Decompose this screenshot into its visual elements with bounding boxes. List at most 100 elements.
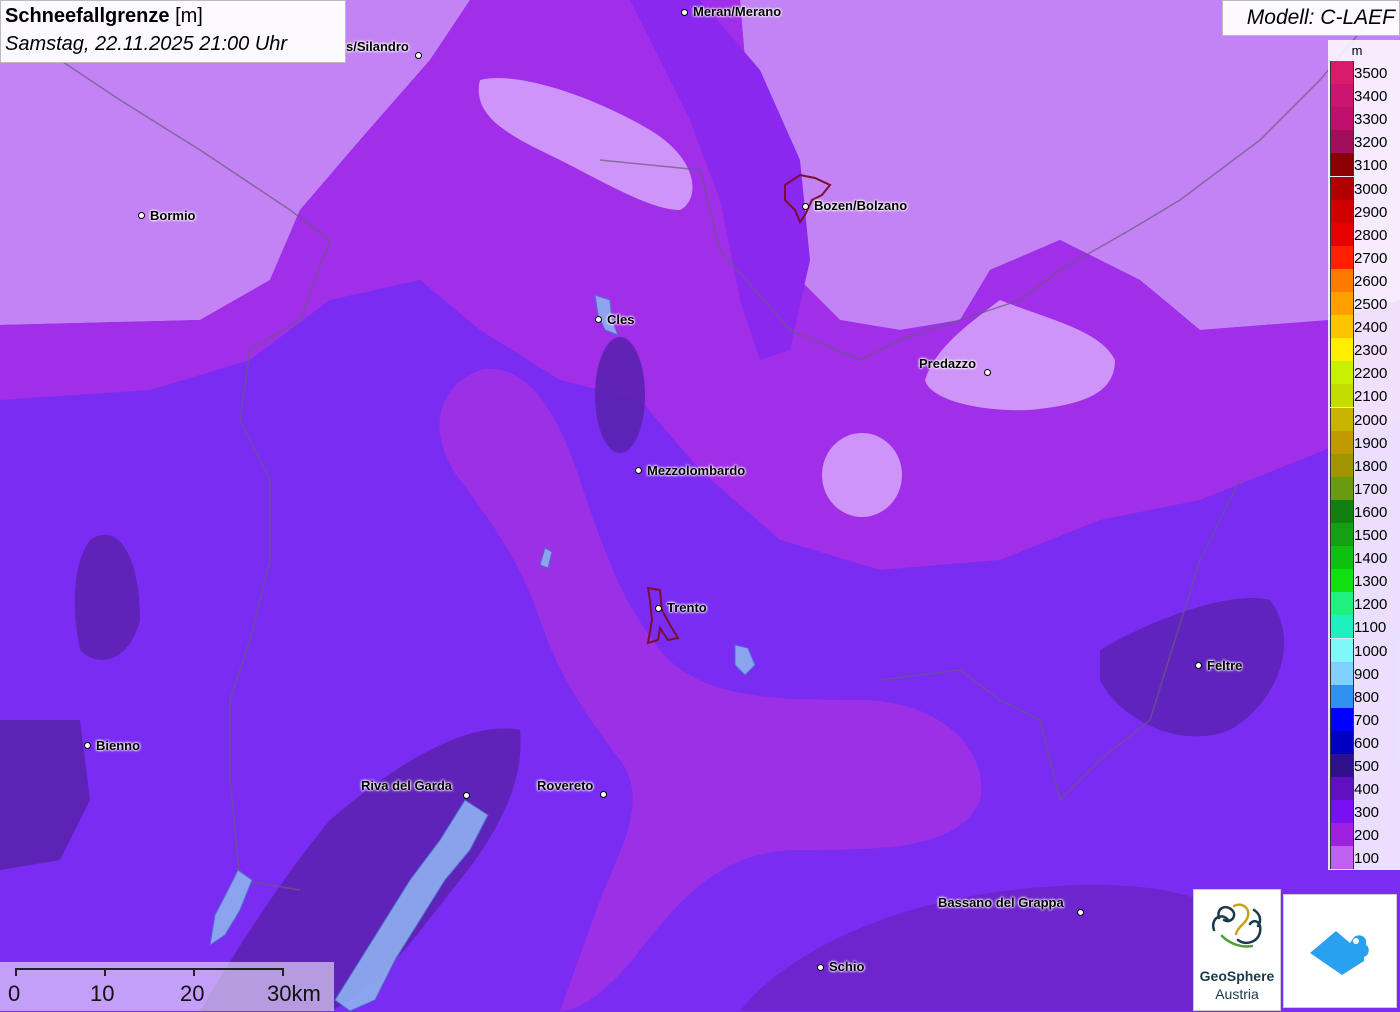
legend-swatch xyxy=(1330,222,1354,246)
legend-label: 2500 xyxy=(1354,296,1388,313)
legend-label: 3300 xyxy=(1354,111,1388,129)
scale-tick xyxy=(15,968,17,976)
weather-cloud-icon xyxy=(1310,931,1369,975)
legend-swatch xyxy=(1330,800,1354,824)
legend-entry: 600 xyxy=(1328,730,1400,754)
zone-light-spot-2 xyxy=(822,433,902,517)
snowline-map[interactable] xyxy=(0,0,1400,1011)
city-dot-icon xyxy=(414,51,422,59)
legend-label: 100 xyxy=(1354,850,1380,868)
legend-entry: 300 xyxy=(1328,800,1400,824)
legend-swatch xyxy=(1330,499,1354,523)
legend-label: 1500 xyxy=(1354,527,1388,544)
city-label: Schio xyxy=(829,959,865,974)
city-dot-icon xyxy=(983,368,991,376)
legend-entry: 500 xyxy=(1328,754,1400,777)
legend-entry: 3100 xyxy=(1328,153,1400,177)
legend-entry: 1200 xyxy=(1328,592,1400,616)
model-box: Modell: C-LAEF xyxy=(1222,0,1400,36)
legend-entry: 1100 xyxy=(1328,615,1400,639)
legend-entry: 2000 xyxy=(1328,407,1400,431)
legend-label: 2600 xyxy=(1354,272,1388,290)
legend-swatch xyxy=(1330,638,1354,662)
city-dot-icon xyxy=(462,791,470,799)
legend-label: 2200 xyxy=(1354,365,1388,383)
city-label: Feltre xyxy=(1207,658,1243,673)
legend: m 3500 3400 3300 3200 3100 3000 2900 2800 2700 26… xyxy=(1328,40,1400,870)
legend-entry: 1500 xyxy=(1328,523,1400,546)
city-label: Meran/Merano xyxy=(693,4,782,19)
legend-entry: 2900 xyxy=(1328,199,1400,223)
legend-label: 2300 xyxy=(1354,342,1388,360)
legend-entry: 2700 xyxy=(1328,245,1400,269)
legend-unit: m xyxy=(1351,43,1363,58)
legend-swatch xyxy=(1330,846,1354,870)
city-label: Rovereto xyxy=(537,778,594,793)
legend-label: 3200 xyxy=(1354,134,1388,152)
scale-tick xyxy=(193,968,195,976)
legend-entry: 2300 xyxy=(1328,338,1400,362)
city-label: Predazzo xyxy=(919,356,977,371)
legend-swatch xyxy=(1330,292,1354,315)
scale-tick xyxy=(104,968,106,976)
legend-label: 2000 xyxy=(1354,411,1388,429)
legend-swatch xyxy=(1330,176,1354,200)
legend-entry: 3200 xyxy=(1328,130,1400,154)
legend-label: 3100 xyxy=(1354,157,1388,175)
legend-swatch xyxy=(1330,476,1354,500)
legend-swatch xyxy=(1330,107,1354,131)
legend-label: 1600 xyxy=(1354,503,1388,521)
legend-entry: 2400 xyxy=(1328,315,1400,339)
scale-line xyxy=(15,968,283,970)
legend-entry: 1800 xyxy=(1328,453,1400,477)
title-box: Schneefallgrenze [m] Samstag, 22.11.2025… xyxy=(0,0,346,63)
legend-entry: 2500 xyxy=(1328,292,1400,315)
legend-label: 1300 xyxy=(1354,573,1388,591)
legend-entry: 1900 xyxy=(1328,430,1400,454)
geosphere-name: GeoSphere xyxy=(1199,968,1275,984)
legend-label: 1100 xyxy=(1354,619,1387,637)
legend-swatch xyxy=(1330,384,1354,408)
geosphere-sub: Austria xyxy=(1215,986,1259,1002)
legend-swatch xyxy=(1330,245,1354,269)
scale-label-30km: 30km xyxy=(267,981,321,1006)
legend-entry: 100 xyxy=(1328,846,1400,870)
legend-swatch xyxy=(1330,130,1354,154)
legend-swatch xyxy=(1330,430,1354,454)
legend-label: 1200 xyxy=(1354,596,1388,614)
geosphere-emblem-icon xyxy=(1211,903,1262,948)
legend-entry: 3400 xyxy=(1328,84,1400,108)
legend-swatch xyxy=(1330,315,1354,339)
legend-swatch xyxy=(1330,453,1354,477)
legend-entry: 3500 xyxy=(1328,61,1400,84)
legend-label: 400 xyxy=(1354,781,1380,799)
legend-label: 3000 xyxy=(1354,180,1388,198)
legend-swatch xyxy=(1330,546,1354,570)
legend-swatch xyxy=(1330,569,1354,593)
city-dot-icon xyxy=(1076,908,1084,916)
legend-label: 700 xyxy=(1354,711,1380,729)
legend-label: 1400 xyxy=(1354,550,1388,568)
scale-label-0: 0 xyxy=(8,981,21,1006)
zone-dark-lake-cles xyxy=(595,337,645,453)
city-label: Mezzolombardo xyxy=(647,463,746,478)
legend-label: 200 xyxy=(1354,827,1380,845)
geosphere-logo[interactable]: GeoSphere Austria xyxy=(1193,889,1281,1011)
legend-entry: 2800 xyxy=(1328,222,1400,246)
map-title: Schneefallgrenze [m] xyxy=(5,5,203,28)
legend-swatch xyxy=(1330,661,1354,685)
legend-swatch xyxy=(1330,338,1354,362)
legend-swatch xyxy=(1330,407,1354,431)
scale-label-10: 10 xyxy=(90,981,115,1006)
legend-label: 1000 xyxy=(1354,642,1388,660)
city-label: Bozen/Bolzano xyxy=(814,198,908,213)
weather-app-logo[interactable] xyxy=(1283,894,1397,1008)
legend-swatch xyxy=(1330,592,1354,616)
legend-label: 2700 xyxy=(1354,249,1388,267)
legend-swatch xyxy=(1330,153,1354,177)
legend-entry: 2600 xyxy=(1328,268,1400,292)
legend-label: 2400 xyxy=(1354,319,1388,337)
city-dot-icon xyxy=(83,741,91,749)
legend-swatch xyxy=(1330,84,1354,108)
legend-swatch xyxy=(1330,684,1354,708)
